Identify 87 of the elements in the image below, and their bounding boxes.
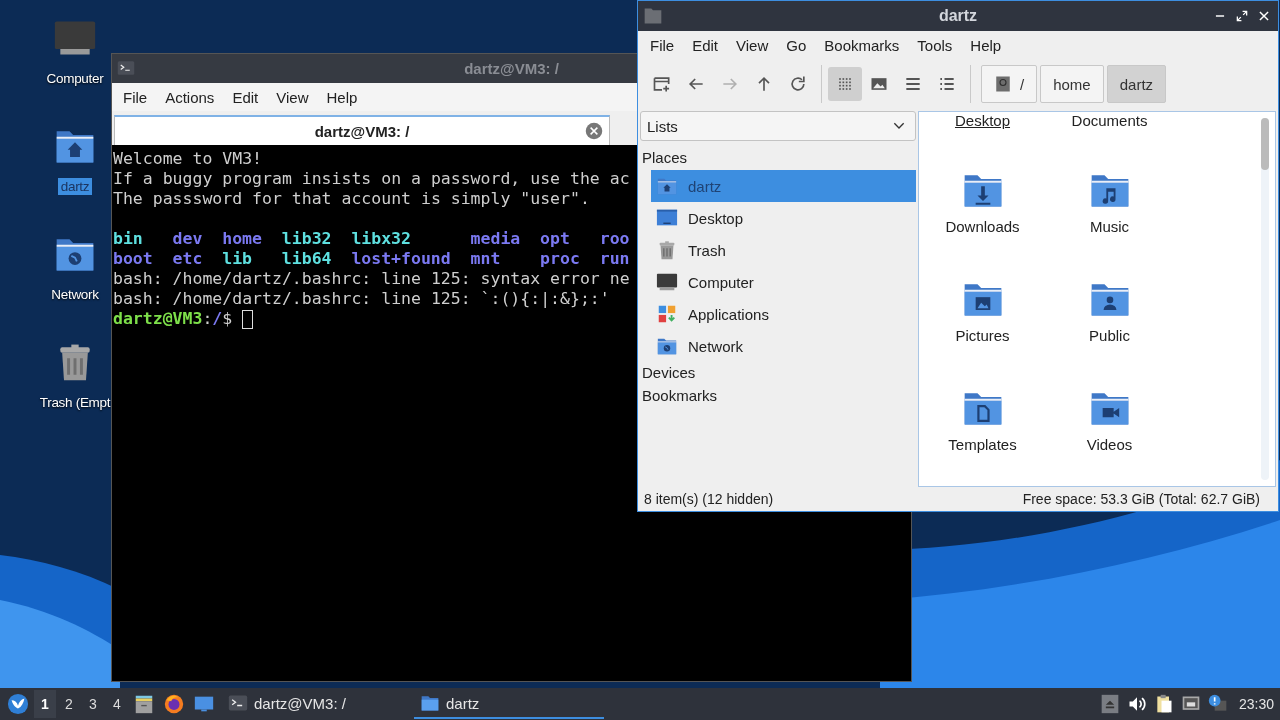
place-label: Applications bbox=[688, 305, 769, 323]
file-label[interactable]: Desktop bbox=[955, 112, 1010, 129]
file-label[interactable]: Documents bbox=[1071, 112, 1148, 129]
text-cursor bbox=[242, 309, 254, 329]
close-tab-button[interactable] bbox=[585, 122, 603, 140]
maximize-button[interactable] bbox=[1234, 8, 1250, 24]
side-pane-dropdown[interactable]: Lists bbox=[640, 111, 916, 141]
desktop-icon-label[interactable]: Network bbox=[48, 286, 102, 303]
path-button[interactable]: home bbox=[1040, 65, 1104, 103]
icon-view-button[interactable] bbox=[828, 67, 862, 101]
menu-item[interactable]: File bbox=[641, 33, 684, 57]
close-icon bbox=[585, 122, 603, 140]
place-item[interactable]: Applications bbox=[651, 298, 916, 330]
place-label: Desktop bbox=[688, 209, 744, 227]
logo-icon bbox=[7, 693, 29, 715]
new-tab-icon bbox=[652, 74, 672, 94]
scrollbar[interactable] bbox=[1261, 118, 1269, 480]
menu-item[interactable]: Go bbox=[777, 33, 816, 57]
place-label: Computer bbox=[688, 273, 754, 291]
folder-icon bbox=[420, 693, 440, 713]
menu-item[interactable]: Help bbox=[317, 85, 367, 109]
menu-item[interactable]: File bbox=[114, 85, 157, 109]
menu-item[interactable]: Edit bbox=[683, 33, 728, 57]
workspace-button[interactable]: 4 bbox=[106, 690, 128, 718]
menu-item[interactable]: Tools bbox=[908, 33, 962, 57]
file-cabinet-icon bbox=[133, 693, 155, 715]
terminal-line: If a buggy program insists on a password, use the ac bbox=[113, 169, 630, 189]
menu-item[interactable]: Help bbox=[961, 33, 1011, 57]
close-button[interactable] bbox=[1256, 8, 1272, 24]
folder-icon bbox=[643, 6, 663, 26]
desktop-icon-label[interactable]: Computer bbox=[43, 70, 107, 87]
applications-icon bbox=[656, 303, 678, 325]
close-icon bbox=[1257, 9, 1271, 23]
workspace-button[interactable]: 1 bbox=[34, 690, 56, 718]
path-button[interactable]: dartz bbox=[1106, 65, 1167, 103]
file-label[interactable]: Music bbox=[1089, 218, 1130, 235]
desktop-icon-label[interactable]: Trash (Empt bbox=[36, 394, 114, 411]
taskbar-task[interactable]: dartz@VM3: / bbox=[222, 689, 412, 719]
place-label: dartz bbox=[688, 177, 722, 195]
directory-listing-line: bin dev home lib32 libx32 media opt roo bbox=[113, 229, 630, 249]
menu-item[interactable]: Edit bbox=[223, 85, 268, 109]
reload-icon bbox=[788, 74, 808, 94]
clock[interactable]: 23:30 bbox=[1230, 696, 1280, 712]
file-label[interactable]: Videos bbox=[1086, 436, 1133, 453]
directory-listing-line: boot etc lib lib64 lost+found mnt proc run bbox=[113, 249, 630, 269]
terminal-line: bash: /home/dartz/.bashrc: line 125: syntax error ne bbox=[113, 269, 630, 289]
terminal-icon bbox=[117, 59, 135, 77]
workspace-button[interactable]: 2 bbox=[58, 690, 80, 718]
menu-item[interactable]: Bookmarks bbox=[815, 33, 909, 57]
desktop-icon-label[interactable]: dartz bbox=[57, 178, 93, 195]
notification-icon bbox=[1207, 694, 1228, 714]
maximize-icon bbox=[1235, 9, 1249, 23]
shell-prompt: dartz@VM3:/$ bbox=[113, 309, 234, 329]
workspace-button[interactable]: 3 bbox=[82, 690, 104, 718]
status-text: 8 item(s) (12 hidden) bbox=[644, 491, 774, 507]
section-header[interactable]: Places bbox=[640, 147, 916, 170]
place-item[interactable]: Network bbox=[651, 330, 916, 362]
taskbar-task[interactable]: dartz bbox=[414, 689, 604, 719]
section-header[interactable]: Bookmarks bbox=[640, 385, 916, 408]
terminal-line: bash: /home/dartz/.bashrc: line 125: `:(){:|:&};:' bbox=[113, 289, 610, 309]
scrollbar-thumb[interactable] bbox=[1261, 118, 1269, 170]
file-label[interactable]: Templates bbox=[948, 436, 1017, 453]
terminal-line: The passsword for that account is simply "user". bbox=[113, 189, 590, 209]
section-header[interactable]: Devices bbox=[640, 362, 916, 385]
menu-item[interactable]: Actions bbox=[156, 85, 224, 109]
place-item[interactable]: Desktop bbox=[651, 202, 916, 234]
place-label: Trash bbox=[688, 241, 726, 259]
terminal-line: Welcome to VM3! bbox=[113, 149, 262, 169]
tab-label: dartz@VM3: / bbox=[314, 122, 410, 140]
status-text: Free space: 53.3 GiB (Total: 62.7 GiB) bbox=[1022, 491, 1260, 507]
terminal-icon bbox=[228, 693, 248, 713]
menu-item[interactable]: View bbox=[727, 33, 778, 57]
window-title: dartz bbox=[938, 7, 978, 25]
tab[interactable]: dartz@VM3: / bbox=[114, 115, 610, 145]
menu-item[interactable]: View bbox=[267, 85, 318, 109]
file-label[interactable]: Public bbox=[1089, 327, 1130, 344]
eject-icon bbox=[1099, 694, 1120, 714]
file-label[interactable]: Downloads bbox=[945, 218, 1020, 235]
browser-icon bbox=[163, 693, 185, 715]
place-item[interactable]: Trash bbox=[651, 234, 916, 266]
place-item[interactable]: Computer bbox=[651, 266, 916, 298]
drive-icon bbox=[994, 75, 1012, 93]
place-label: Network bbox=[688, 337, 743, 355]
path-button[interactable]: / bbox=[981, 65, 1038, 103]
file-label[interactable]: Pictures bbox=[955, 327, 1010, 344]
window-title: dartz@VM3: / bbox=[464, 60, 559, 77]
computer-icon bbox=[656, 271, 678, 293]
